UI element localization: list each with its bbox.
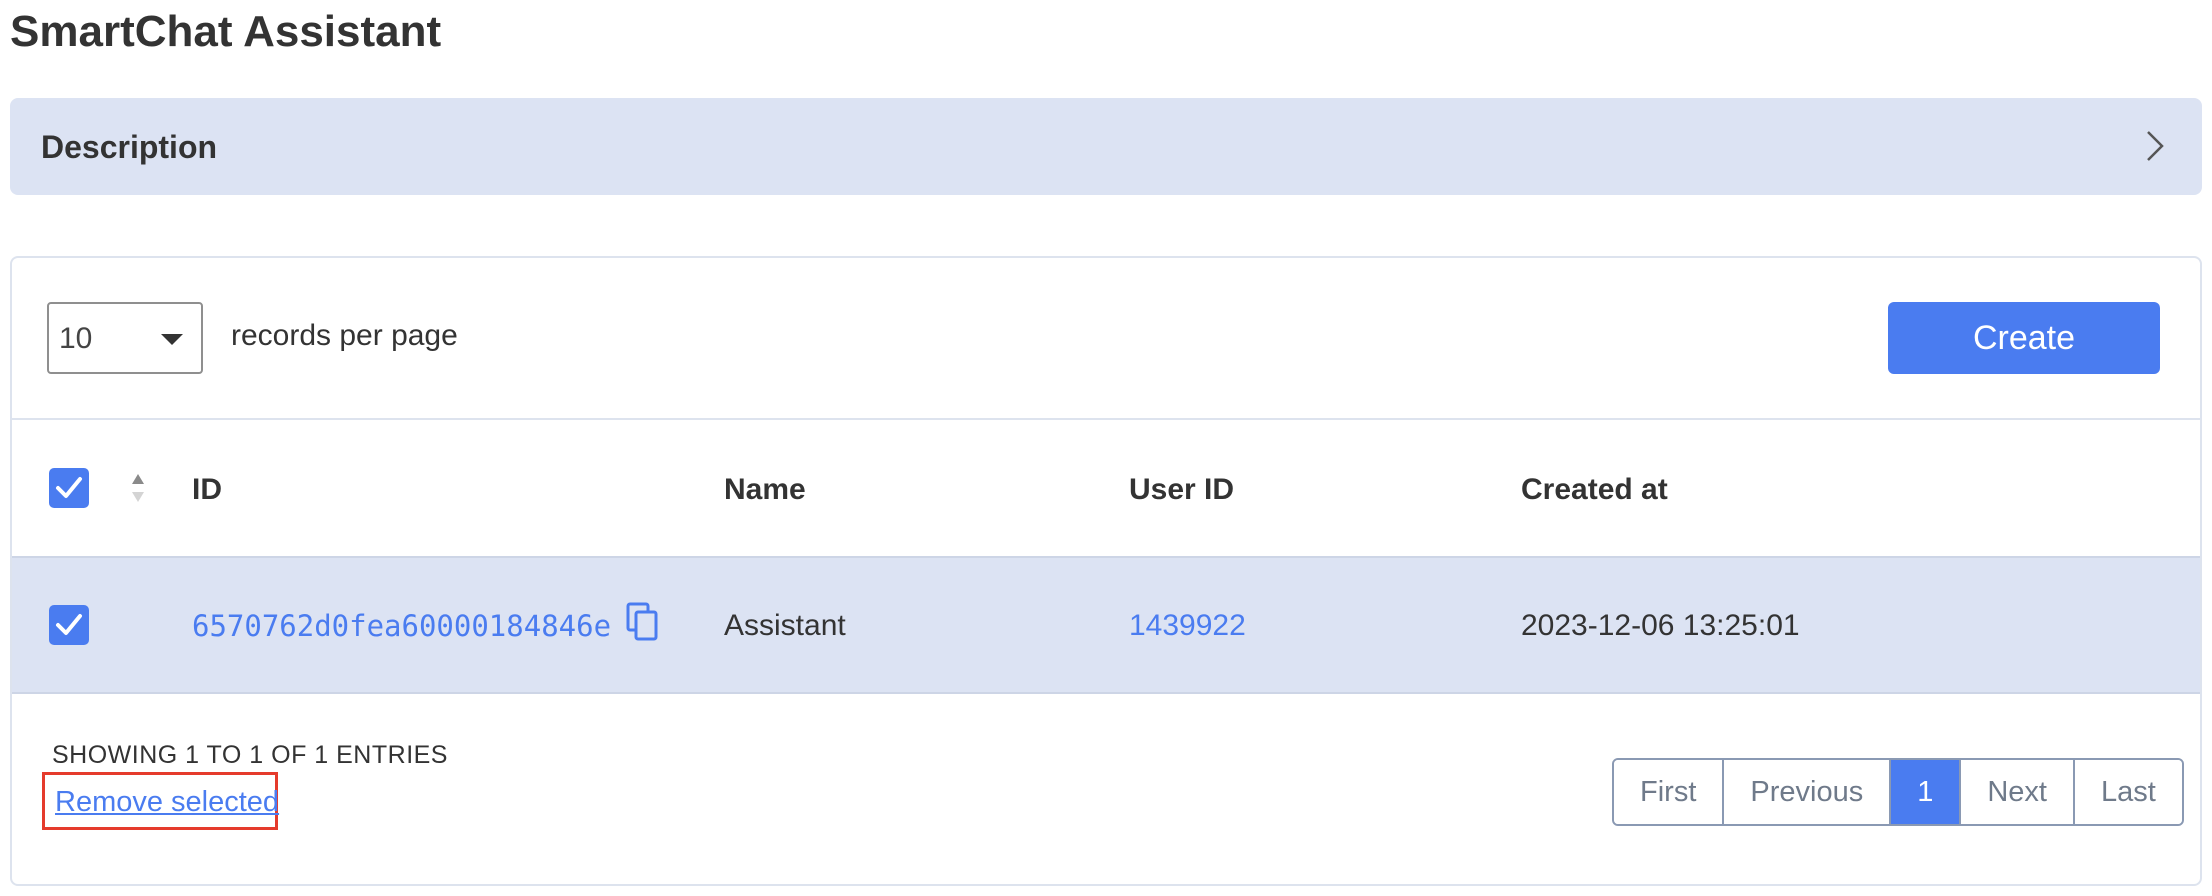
page-first-button[interactable]: First	[1614, 760, 1725, 824]
row-checkbox[interactable]	[49, 605, 89, 645]
per-page-select[interactable]: 10	[47, 302, 203, 374]
sort-icon[interactable]	[128, 472, 148, 504]
column-header-name[interactable]: Name	[724, 472, 806, 508]
page: SmartChat Assistant Description 10 recor…	[0, 0, 2212, 896]
check-icon	[56, 477, 82, 498]
page-next-button[interactable]: Next	[1961, 760, 2075, 824]
page-title: SmartChat Assistant	[10, 7, 442, 56]
table-header: ID Name User ID Created at	[12, 420, 2200, 556]
per-page-label: records per page	[231, 319, 458, 352]
page-previous-button[interactable]: Previous	[1724, 760, 1892, 824]
copy-icon[interactable]	[626, 602, 660, 642]
table-row[interactable]: 6570762d0fea60000184846e Assistant 14399…	[12, 556, 2200, 694]
column-header-user-id[interactable]: User ID	[1129, 472, 1234, 508]
pagination: First Previous 1 Next Last	[1612, 758, 2184, 826]
page-last-button[interactable]: Last	[2074, 760, 2182, 824]
column-header-created-at[interactable]: Created at	[1521, 472, 1668, 508]
row-id-link[interactable]: 6570762d0fea60000184846e	[192, 608, 611, 644]
description-accordion[interactable]: Description	[10, 98, 2202, 195]
description-label: Description	[41, 129, 218, 165]
chevron-right-icon[interactable]	[2136, 128, 2172, 164]
column-header-id[interactable]: ID	[192, 472, 222, 508]
row-name: Assistant	[724, 609, 846, 642]
row-created-at: 2023-12-06 13:25:01	[1521, 609, 1800, 642]
check-icon	[56, 614, 82, 635]
per-page-value: 10	[59, 322, 93, 355]
records-panel: 10 records per page Create ID Name User …	[10, 256, 2202, 886]
caret-down-icon	[161, 334, 183, 345]
entries-info: SHOWING 1 TO 1 OF 1 ENTRIES	[52, 741, 448, 769]
row-user-id-link[interactable]: 1439922	[1129, 608, 1246, 644]
create-button[interactable]: Create	[1888, 302, 2160, 374]
page-current-button[interactable]: 1	[1891, 760, 1962, 824]
select-all-checkbox[interactable]	[49, 468, 89, 508]
remove-selected-link[interactable]: Remove selected	[55, 785, 279, 819]
remove-selected-highlight: Remove selected	[42, 772, 279, 830]
